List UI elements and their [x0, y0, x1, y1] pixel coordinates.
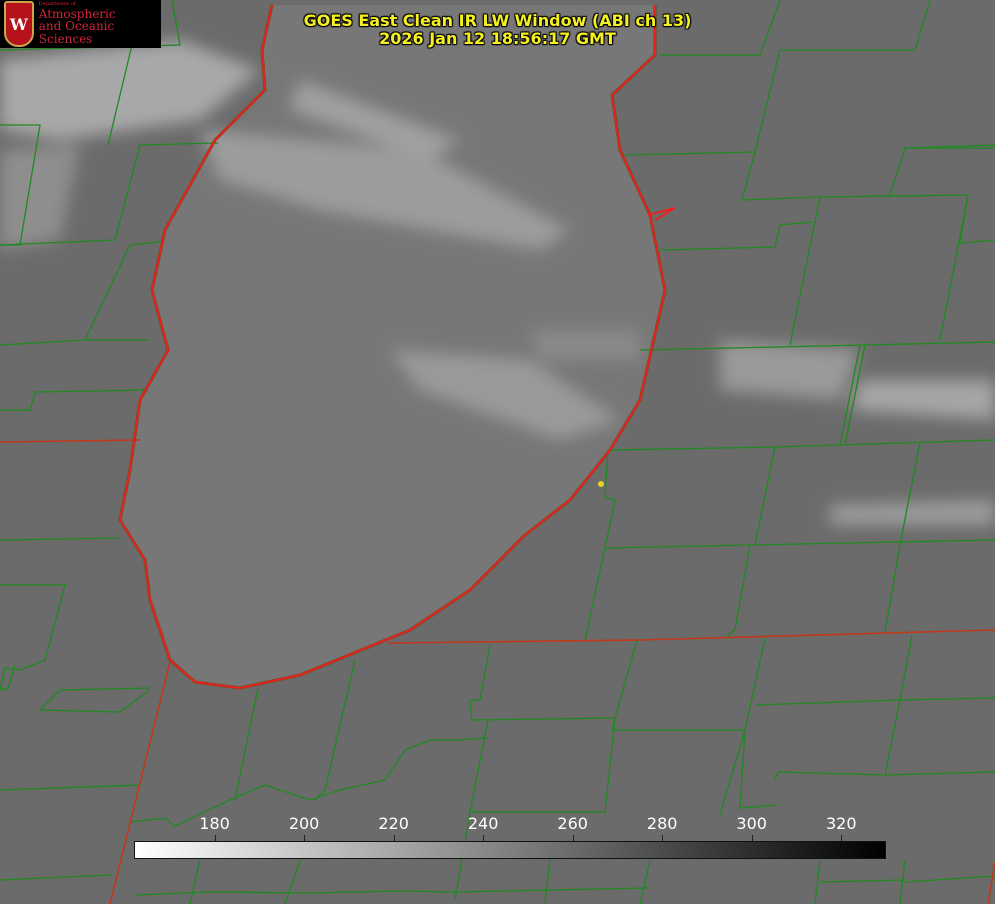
- colorbar-ticks: 180 200 220 240 260 280 300 320: [134, 814, 886, 841]
- image-title: GOES East Clean IR LW Window (ABI ch 13)…: [0, 12, 995, 48]
- title-line-1: GOES East Clean IR LW Window (ABI ch 13): [303, 11, 692, 30]
- colorbar-tick-label: 300: [736, 814, 767, 833]
- colorbar-gradient: [134, 841, 886, 859]
- colorbar-tick-label: 220: [378, 814, 409, 833]
- colorbar-tick-label: 320: [825, 814, 857, 833]
- location-marker: [598, 481, 604, 487]
- satellite-map: [0, 0, 995, 904]
- colorbar-tick-label: 180: [199, 814, 230, 833]
- colorbar-tick-label: 260: [557, 814, 588, 833]
- colorbar-tick-label: 280: [646, 814, 678, 833]
- colorbar-tick-label: 240: [467, 814, 499, 833]
- colorbar-tick-label: 200: [288, 814, 320, 833]
- title-line-2: 2026 Jan 12 18:56:17 GMT: [379, 29, 616, 48]
- colorbar-legend: 180 200 220 240 260 280 300 320: [134, 814, 886, 860]
